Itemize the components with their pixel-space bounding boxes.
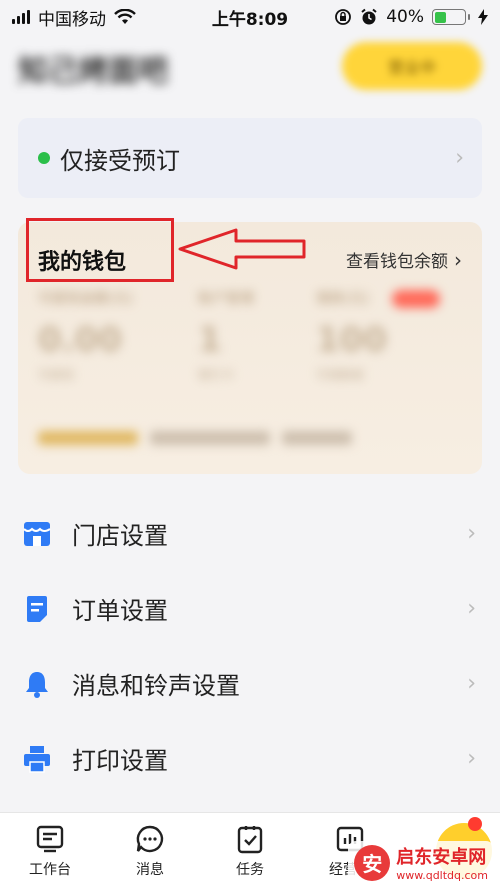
battery-icon bbox=[432, 9, 470, 25]
chevron-right-icon: › bbox=[467, 746, 476, 771]
order-status-row[interactable]: 仅接受预订 › bbox=[18, 118, 482, 198]
wallet-link-label: 查看钱包余额 bbox=[346, 252, 448, 272]
wallet-stat[interactable]: 可提现金额(元) 0.00 可提现 bbox=[38, 288, 178, 383]
chevron-right-icon: › bbox=[455, 145, 464, 171]
annotation-arrow-icon bbox=[178, 228, 306, 270]
rotation-lock-icon bbox=[335, 9, 352, 25]
order-icon bbox=[22, 594, 52, 624]
setting-label: 打印设置 bbox=[72, 747, 168, 775]
wifi-icon bbox=[114, 9, 136, 24]
signal-icon bbox=[12, 10, 30, 24]
promo-badge bbox=[392, 290, 440, 308]
notification-settings-row[interactable]: 消息和铃声设置 › bbox=[0, 646, 500, 721]
settings-list: 门店设置 › 订单设置 › 消息和铃声设置 › 打印设置 › bbox=[0, 496, 500, 796]
chevron-right-icon: › bbox=[467, 521, 476, 546]
message-icon bbox=[136, 825, 164, 853]
stat-sub: 可提现 bbox=[38, 368, 75, 382]
printer-icon bbox=[22, 744, 52, 774]
chevron-right-icon: › bbox=[454, 247, 462, 272]
store-settings-row[interactable]: 门店设置 › bbox=[0, 496, 500, 571]
task-icon bbox=[237, 826, 263, 854]
stat-label: 可提现金额(元) bbox=[38, 291, 133, 307]
status-dot bbox=[38, 152, 50, 164]
order-status-label: 仅接受预订 bbox=[60, 146, 180, 175]
workbench-icon bbox=[36, 825, 64, 853]
tab-tasks[interactable]: 任务 bbox=[200, 813, 300, 888]
stat-sub: 可借额度 bbox=[316, 368, 365, 382]
watermark-logo-icon: 安 bbox=[354, 844, 391, 881]
annotation-highlight-box bbox=[26, 218, 174, 282]
setting-label: 门店设置 bbox=[72, 522, 168, 550]
tab-label: 消息 bbox=[136, 862, 164, 878]
tab-messages[interactable]: 消息 bbox=[100, 813, 200, 888]
chevron-right-icon: › bbox=[467, 671, 476, 696]
notification-dot bbox=[468, 817, 482, 831]
setting-label: 订单设置 bbox=[72, 597, 168, 625]
app-screen: 中国移动 上午8:09 40% 知己烤面吧 营业中 仅接受预订 › 我的钱包 查… bbox=[0, 0, 500, 888]
stat-value: 0.00 bbox=[38, 320, 122, 360]
stat-value: 100 bbox=[316, 320, 387, 360]
watermark-title: 启东安卓网 bbox=[396, 847, 487, 868]
chevron-right-icon: › bbox=[467, 596, 476, 621]
watermark-url: www.qdltdq.com bbox=[396, 869, 488, 882]
watermark: 安 启东安卓网 www.qdltdq.com bbox=[348, 841, 494, 884]
store-name[interactable]: 知己烤面吧 bbox=[18, 46, 198, 89]
tab-workbench[interactable]: 工作台 bbox=[0, 813, 100, 888]
order-settings-row[interactable]: 订单设置 › bbox=[0, 571, 500, 646]
print-settings-row[interactable]: 打印设置 › bbox=[0, 721, 500, 796]
alarm-icon bbox=[361, 8, 377, 25]
charging-icon bbox=[478, 9, 488, 25]
header: 知己烤面吧 营业中 bbox=[0, 34, 500, 104]
carrier-label: 中国移动 bbox=[38, 9, 106, 30]
status-bar: 中国移动 上午8:09 40% bbox=[0, 0, 500, 34]
battery-percent: 40% bbox=[386, 7, 424, 27]
view-wallet-balance-link[interactable]: 查看钱包余额 › bbox=[346, 247, 462, 273]
store-icon bbox=[22, 519, 52, 549]
bell-icon bbox=[22, 669, 52, 699]
promo-strip[interactable] bbox=[38, 424, 462, 452]
tab-label: 工作台 bbox=[29, 862, 71, 878]
tab-label: 任务 bbox=[236, 862, 264, 878]
wallet-stats-blurred: 可提现金额(元) 0.00 可提现 账户管理 1 银行卡 借款(元) 100 可… bbox=[18, 282, 482, 474]
business-status-button[interactable]: 营业中 bbox=[342, 42, 482, 90]
setting-label: 消息和铃声设置 bbox=[72, 672, 240, 700]
